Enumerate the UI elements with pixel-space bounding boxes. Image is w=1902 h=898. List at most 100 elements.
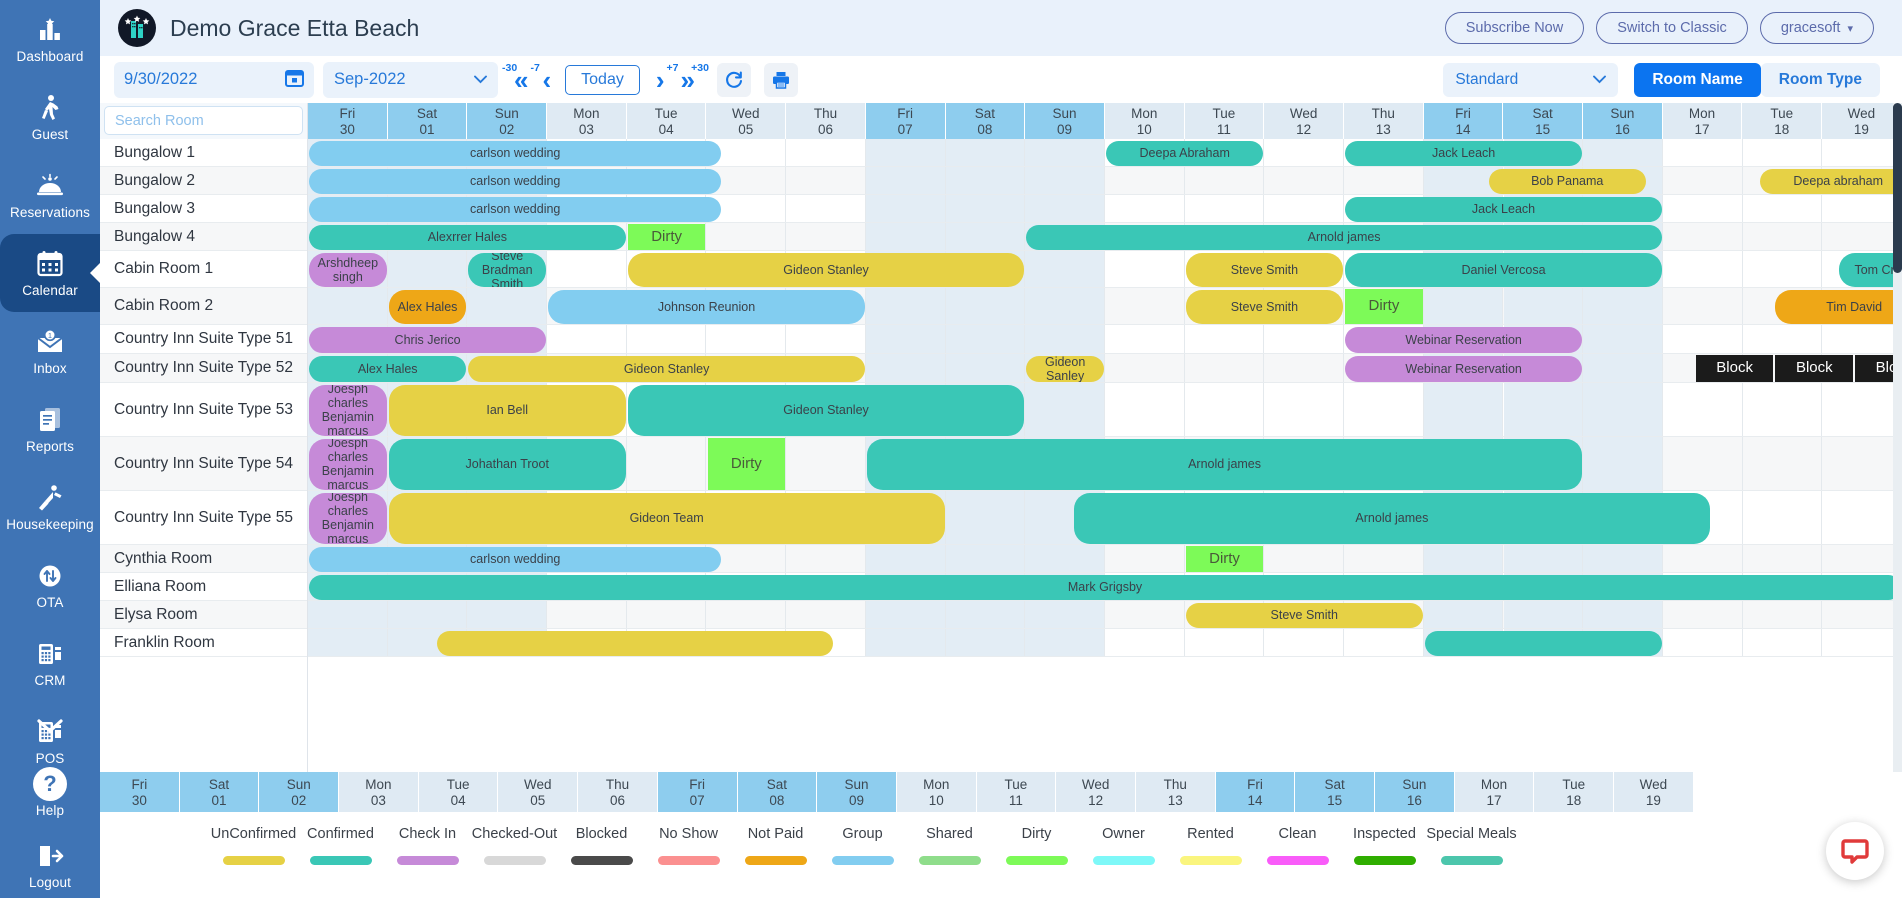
- calendar-cell[interactable]: [1503, 383, 1584, 436]
- calendar-cell[interactable]: [1822, 223, 1902, 250]
- date-header-cell[interactable]: Sun 09: [817, 772, 897, 812]
- month-year-select[interactable]: Sep-2022: [323, 61, 498, 98]
- reservation-bar[interactable]: Dirty: [627, 224, 706, 250]
- refresh-button[interactable]: [716, 62, 751, 97]
- room-name-cell[interactable]: Country Inn Suite Type 53: [100, 383, 307, 437]
- calendar-cell[interactable]: [1264, 354, 1345, 382]
- view-mode-select[interactable]: Standard: [1443, 62, 1619, 97]
- calendar-cell[interactable]: [786, 167, 866, 194]
- reservation-bar[interactable]: Dirty: [1345, 289, 1423, 324]
- date-header-cell[interactable]: Sun 16: [1375, 772, 1455, 812]
- calendar-cell[interactable]: [865, 139, 946, 166]
- calendar-cell[interactable]: [786, 195, 866, 222]
- date-header-cell[interactable]: Sat 08: [737, 772, 818, 812]
- calendar-cell[interactable]: [945, 325, 1026, 353]
- room-name-cell[interactable]: Bungalow 1: [100, 139, 307, 167]
- forward-30-days-button[interactable]: +30 »: [681, 62, 709, 93]
- calendar-cell[interactable]: [308, 629, 388, 656]
- calendar-cell[interactable]: [1663, 383, 1743, 436]
- date-header-cell[interactable]: Wed 12: [1056, 772, 1136, 812]
- calendar-cell[interactable]: [1583, 288, 1663, 324]
- calendar-cell[interactable]: [1583, 325, 1663, 353]
- account-menu-button[interactable]: gracesoft ▾: [1759, 12, 1874, 44]
- back-7-days-button[interactable]: -7 ‹: [530, 62, 551, 93]
- reservation-bar[interactable]: Gideon Team: [388, 492, 945, 544]
- calendar-cell[interactable]: [467, 601, 548, 628]
- calendar-cell[interactable]: [1344, 383, 1424, 436]
- calendar-cell[interactable]: [1663, 139, 1743, 166]
- calendar-cell[interactable]: [547, 601, 627, 628]
- calendar-cell[interactable]: [865, 601, 946, 628]
- calendar-cell[interactable]: [1663, 223, 1743, 250]
- reservation-bar[interactable]: carlson wedding: [309, 168, 722, 194]
- calendar-cell[interactable]: [1663, 437, 1743, 490]
- sidebar-item-reservations[interactable]: Reservations: [0, 156, 100, 234]
- calendar-cell[interactable]: [1025, 288, 1105, 324]
- calendar-cell[interactable]: [1025, 629, 1105, 656]
- calendar-cell[interactable]: [786, 437, 866, 490]
- calendar-cell[interactable]: [1663, 601, 1743, 628]
- room-name-cell[interactable]: Country Inn Suite Type 55: [100, 491, 307, 545]
- calendar-cell[interactable]: [1264, 383, 1345, 436]
- back-30-days-button[interactable]: -30 «: [502, 62, 528, 93]
- calendar-cell[interactable]: [1105, 545, 1185, 572]
- calendar-cell[interactable]: [1025, 545, 1105, 572]
- date-header-cell[interactable]: Fri 30: [100, 772, 180, 812]
- date-header-cell[interactable]: Sat 01: [179, 772, 260, 812]
- date-header-cell[interactable]: Thu 13: [1343, 103, 1424, 139]
- sidebar-item-calendar[interactable]: Calendar: [0, 234, 100, 312]
- date-header-cell[interactable]: Sat 01: [387, 103, 468, 139]
- calendar-cell[interactable]: [786, 325, 866, 353]
- date-header-cell[interactable]: Mon 17: [1454, 772, 1535, 812]
- calendar-cell[interactable]: [1105, 354, 1185, 382]
- calendar-cell[interactable]: [1583, 437, 1663, 490]
- date-header-cell[interactable]: Sun 02: [259, 772, 340, 812]
- room-name-cell[interactable]: Elysa Room: [100, 601, 307, 629]
- calendar-cell[interactable]: [1025, 139, 1105, 166]
- calendar-cell[interactable]: [1822, 437, 1902, 490]
- calendar-cell[interactable]: [1583, 601, 1663, 628]
- calendar-cell[interactable]: [945, 545, 1026, 572]
- reservation-bar[interactable]: Johnson Reunion: [548, 289, 865, 324]
- room-name-cell[interactable]: Country Inn Suite Type 52: [100, 354, 307, 383]
- tab-room-type[interactable]: Room Type: [1760, 62, 1880, 97]
- reservation-bar[interactable]: Dirty: [707, 438, 786, 490]
- date-header-cell[interactable]: Fri 14: [1215, 772, 1296, 812]
- calendar-cell[interactable]: [1743, 325, 1823, 353]
- room-name-cell[interactable]: Country Inn Suite Type 54: [100, 437, 307, 491]
- calendar-cell[interactable]: [1264, 325, 1345, 353]
- sidebar-item-housekeeping[interactable]: Housekeeping: [0, 468, 100, 546]
- calendar-cell[interactable]: [1743, 223, 1823, 250]
- calendar-cell[interactable]: [1583, 354, 1663, 382]
- calendar-cell[interactable]: [865, 167, 946, 194]
- date-header-cell[interactable]: Mon 10: [1104, 103, 1185, 139]
- reservation-bar[interactable]: Webinar Reservation: [1345, 326, 1583, 353]
- subscribe-now-button[interactable]: Subscribe Now: [1444, 12, 1585, 44]
- room-name-cell[interactable]: Franklin Room: [100, 629, 307, 657]
- calendar-cell[interactable]: [945, 629, 1026, 656]
- calendar-cell[interactable]: [1185, 167, 1265, 194]
- search-input[interactable]: [104, 106, 303, 135]
- date-header-cell[interactable]: Wed 12: [1264, 103, 1344, 139]
- calendar-cell[interactable]: [1822, 139, 1902, 166]
- calendar-cell[interactable]: [707, 601, 787, 628]
- calendar-cell[interactable]: [1264, 545, 1345, 572]
- date-header-cell[interactable]: Sat 08: [945, 103, 1026, 139]
- calendar-cell[interactable]: [786, 545, 866, 572]
- calendar-cell[interactable]: [1822, 195, 1902, 222]
- calendar-cell[interactable]: [1663, 195, 1743, 222]
- sidebar-item-ota[interactable]: OTA: [0, 546, 100, 624]
- calendar-cell[interactable]: [1503, 601, 1584, 628]
- calendar-cell[interactable]: [1105, 383, 1185, 436]
- calendar-cell[interactable]: [945, 223, 1026, 250]
- calendar-cell[interactable]: [1423, 383, 1504, 436]
- calendar-cell[interactable]: [1503, 545, 1584, 572]
- date-header-cell[interactable]: Wed 19: [1822, 103, 1902, 139]
- calendar-cell[interactable]: [1105, 601, 1185, 628]
- reservation-bar[interactable]: Bob Panama: [1488, 168, 1646, 194]
- date-header-cell[interactable]: Fri 07: [865, 103, 946, 139]
- calendar-cell[interactable]: [945, 139, 1026, 166]
- calendar-cell[interactable]: [1105, 167, 1185, 194]
- calendar-cell[interactable]: [865, 354, 946, 382]
- reservation-bar[interactable]: Gideon Stanley: [627, 384, 1025, 436]
